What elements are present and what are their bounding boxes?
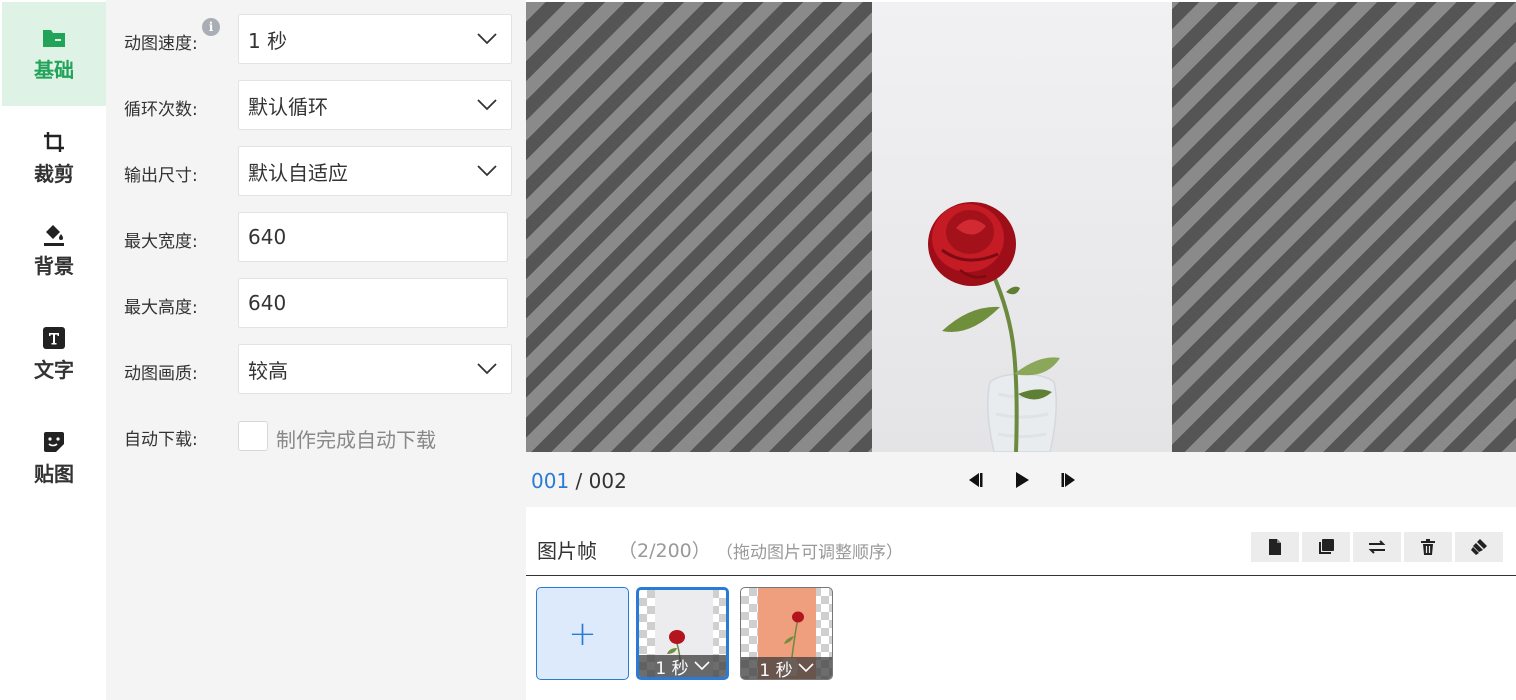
max-width-value: 640 [248,225,287,249]
auto-download-checkbox[interactable] [238,421,268,451]
trash-icon [1421,539,1435,555]
file-icon [1269,539,1281,555]
brush-icon [1471,539,1487,555]
swap-button[interactable] [1353,532,1401,562]
sidebar-item-basic[interactable]: 基础 [2,2,106,106]
step-back-icon [969,473,983,487]
frame-duration-select[interactable]: 1 秒 [639,655,726,677]
preview-canvas [526,2,1516,452]
frame-duration-select[interactable]: 1 秒 [741,657,832,679]
size-value: 默认自适应 [248,160,348,185]
sidebar-item-background[interactable]: 背景 [2,198,106,302]
chevron-down-icon [477,363,497,375]
chevron-down-icon [798,663,814,673]
loop-select[interactable]: 默认循环 [238,80,512,130]
playback-bar: 001 / 002 [526,452,1516,507]
settings-panel: 动图速度: i 1 秒 循环次数: 默认循环 输出尺寸: 默认自适应 最大宽度:… [106,0,526,700]
frame-duration: 1 秒 [655,658,689,679]
frame-separator: / [569,469,589,493]
max-height-label: 最大高度: [124,298,198,318]
frame-thumbnail-2[interactable]: 1 秒 [740,587,833,680]
swap-icon [1368,540,1386,554]
quality-value: 较高 [248,358,288,383]
loop-label: 循环次数: [124,100,198,120]
text-icon [42,326,66,350]
max-width-input[interactable]: 640 [238,212,508,262]
step-forward-icon [1061,473,1075,487]
frame-duration: 1 秒 [759,660,793,680]
current-frame: 001 [531,469,570,493]
quality-select[interactable]: 较高 [238,344,512,394]
size-label: 输出尺寸: [124,166,198,186]
plus-icon: + [568,613,597,654]
speed-value: 1 秒 [248,28,288,53]
frames-title: 图片帧 [537,539,597,563]
duplicate-button[interactable] [1302,532,1350,562]
sidebar-item-label: 文字 [34,357,74,382]
chevron-down-icon [477,165,497,177]
chevron-down-icon [477,33,497,45]
delete-button[interactable] [1404,532,1452,562]
info-icon[interactable]: i [202,18,220,36]
add-frame-button[interactable]: + [536,587,629,680]
sidebar-item-label: 背景 [34,253,74,278]
clear-button[interactable] [1455,532,1503,562]
frames-count: （2/200） [618,540,711,562]
size-select[interactable]: 默认自适应 [238,146,512,196]
chevron-down-icon [694,661,710,671]
frame-thumbnail-1[interactable]: 1 秒 [636,587,729,680]
next-frame-button[interactable] [1058,468,1082,492]
play-button[interactable] [1010,468,1034,492]
frame-counter: 001 / 002 [531,469,627,493]
play-icon [1016,472,1029,488]
frames-header: 图片帧 （2/200） （拖动图片可调整顺序） [526,520,1516,576]
max-height-input[interactable]: 640 [238,278,508,328]
sidebar-item-crop[interactable]: 裁剪 [2,106,106,210]
new-file-button[interactable] [1251,532,1299,562]
speed-label: 动图速度: [124,34,198,54]
preview-image [872,2,1172,452]
paint-bucket-icon [42,222,66,246]
prev-frame-button[interactable] [962,468,986,492]
auto-download-label: 自动下载: [124,430,198,450]
copy-icon [1319,539,1334,554]
max-width-label: 最大宽度: [124,232,198,252]
loop-value: 默认循环 [248,94,328,119]
sidebar-item-label: 基础 [34,57,74,82]
sidebar-item-label: 裁剪 [34,161,74,186]
frames-hint: （拖动图片可调整顺序） [716,543,903,563]
sidebar-item-label: 贴图 [34,461,74,486]
sidebar: 基础 裁剪 背景 文字 贴图 [0,0,106,700]
chevron-down-icon [477,99,497,111]
sticker-icon [42,430,66,454]
sidebar-item-text[interactable]: 文字 [2,302,106,406]
sidebar-item-sticker[interactable]: 贴图 [2,406,106,510]
auto-download-text[interactable]: 制作完成自动下载 [276,424,436,453]
quality-label: 动图画质: [124,364,198,384]
crop-icon [42,130,66,154]
folder-icon [42,26,66,50]
speed-select[interactable]: 1 秒 [238,14,512,64]
max-height-value: 640 [248,291,287,315]
total-frames: 002 [588,469,627,493]
